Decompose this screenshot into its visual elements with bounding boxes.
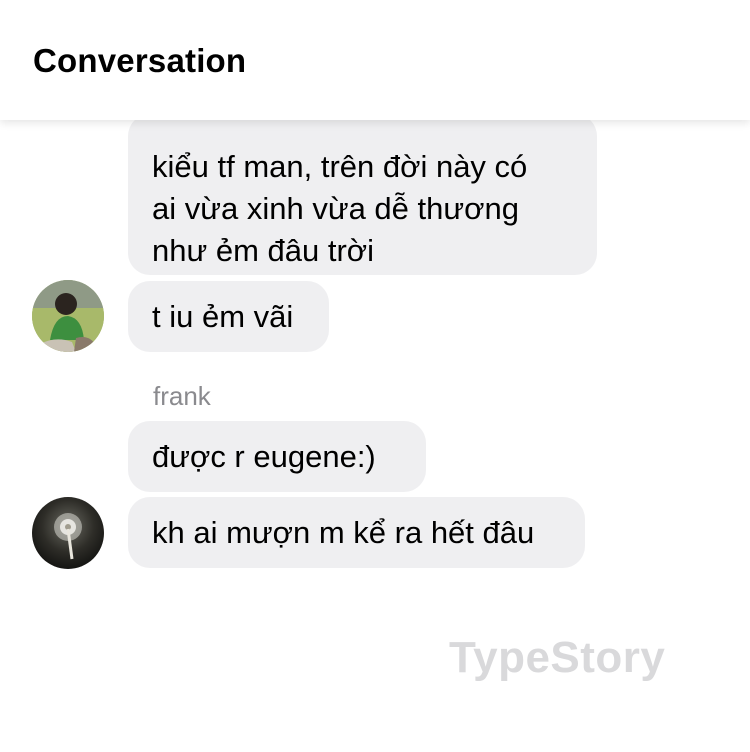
message-bubble-1[interactable]: kiểu tf man, trên đời này có ai vừa xinh… [128,114,597,275]
avatar-photo-icon [32,497,104,569]
avatar-user-1[interactable] [32,280,104,352]
message-bubble-4[interactable]: kh ai mượn m kể ra hết đâu [128,497,585,568]
avatar-photo-icon [32,280,104,352]
avatar-user-2[interactable] [32,497,104,569]
typestory-watermark: TypeStory [449,633,666,682]
page-title: Conversation [33,42,247,79]
sender-name: frank [153,381,211,411]
message-bubble-3[interactable]: được r eugene:) [128,421,426,492]
message-bubble-2[interactable]: t iu ẻm vãi [128,281,329,352]
conversation-header: Conversation [0,0,750,120]
